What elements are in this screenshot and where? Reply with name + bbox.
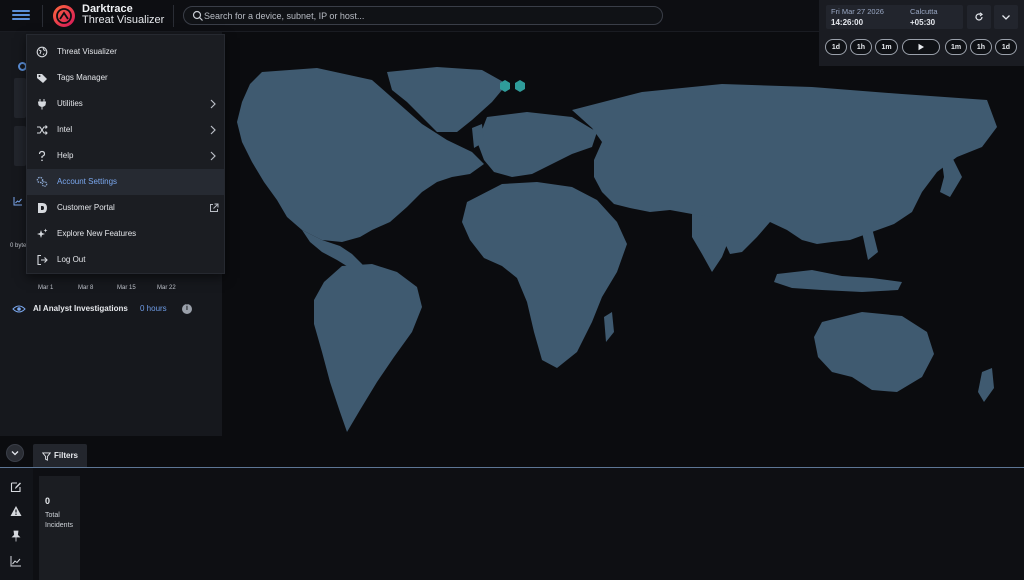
chevron-right-icon <box>210 151 216 161</box>
south-america <box>314 264 422 432</box>
refresh-button[interactable] <box>967 5 991 29</box>
ai-analyst-value: 0 hours <box>140 304 167 313</box>
divider <box>173 5 174 27</box>
x-tick: Mar 15 <box>117 285 136 291</box>
filter-icon <box>42 452 51 461</box>
warning-icon[interactable] <box>10 505 22 517</box>
device-markers[interactable] <box>500 80 525 92</box>
portal-icon <box>38 203 47 213</box>
timezone-offset: +05:30 <box>910 18 936 27</box>
menu-item-label: Customer Portal <box>57 203 115 212</box>
menu-item-label: Intel <box>57 125 73 134</box>
timezone-display[interactable]: Calcutta +05:30 <box>905 5 963 29</box>
australia <box>814 312 934 392</box>
app-root: Darktrace Threat Visualizer Fri Mar 27 2… <box>0 0 1024 580</box>
sparkle-icon <box>37 228 48 238</box>
main-menu: Threat Visualizer Tags Manager Utilities… <box>26 34 225 274</box>
new-zealand <box>978 368 994 402</box>
hamburger-menu-icon[interactable] <box>12 8 30 24</box>
menu-item-tags-manager[interactable]: Tags Manager <box>27 65 224 91</box>
darktrace-logo-icon <box>53 5 75 27</box>
divider <box>42 5 43 27</box>
filters-tab[interactable]: Filters <box>33 444 87 467</box>
x-tick: Mar 1 <box>38 285 54 291</box>
pin-icon[interactable] <box>10 530 22 542</box>
menu-item-explore-new-features[interactable]: Explore New Features <box>27 221 224 247</box>
shuffle-icon <box>37 125 48 135</box>
europe <box>478 112 597 177</box>
chevron-down-icon <box>1002 15 1010 20</box>
refresh-icon <box>975 12 983 21</box>
x-tick: Mar 8 <box>78 285 94 291</box>
menu-item-label: Threat Visualizer <box>57 47 117 56</box>
info-icon[interactable]: i <box>182 304 192 314</box>
search-input[interactable] <box>204 8 654 23</box>
question-icon <box>38 150 46 162</box>
collapse-panel-button[interactable] <box>6 444 24 462</box>
x-tick: Mar 22 <box>157 285 176 291</box>
summary-card[interactable] <box>14 126 26 166</box>
search-box <box>183 6 663 25</box>
chart-icon <box>13 197 22 206</box>
asia <box>572 84 997 254</box>
date-text: Fri Mar 27 2026 <box>831 7 884 16</box>
external-link-icon <box>210 203 219 212</box>
bytes-axis-label: 0 byte <box>10 243 27 249</box>
chevron-down-icon <box>11 451 19 456</box>
chevron-right-icon <box>210 125 216 135</box>
logout-icon <box>37 254 48 266</box>
product-name: Threat Visualizer <box>82 14 165 26</box>
menu-item-account-settings[interactable]: Account Settings <box>27 169 224 195</box>
chart-icon[interactable] <box>10 555 22 567</box>
brand: Darktrace Threat Visualizer <box>82 4 164 26</box>
clock-text: 14:26:00 <box>831 18 864 27</box>
menu-item-utilities[interactable]: Utilities <box>27 91 224 117</box>
edit-icon[interactable] <box>10 481 22 493</box>
incidents-count: 0 <box>45 496 51 506</box>
timezone-text: Calcutta <box>910 7 938 16</box>
gears-icon <box>36 176 48 187</box>
menu-item-customer-portal[interactable]: Customer Portal <box>27 195 224 221</box>
bottom-sidebar <box>0 468 33 580</box>
incidents-label: Total Incidents <box>45 512 74 529</box>
chevron-right-icon <box>210 99 216 109</box>
bottom-panel <box>0 468 1024 580</box>
indonesia <box>774 270 902 292</box>
menu-item-intel[interactable]: Intel <box>27 117 224 143</box>
menu-item-log-out[interactable]: Log Out <box>27 247 224 273</box>
tags-icon <box>37 74 47 83</box>
menu-item-label: Tags Manager <box>57 73 108 82</box>
continents <box>237 67 997 432</box>
summary-card[interactable] <box>14 78 26 118</box>
world-map[interactable] <box>222 32 1024 436</box>
menu-item-label: Account Settings <box>57 177 118 186</box>
ai-analyst-label: AI Analyst Investigations <box>33 304 128 313</box>
menu-item-help[interactable]: Help <box>27 143 224 169</box>
menu-item-label: Help <box>57 151 74 160</box>
eye-icon <box>12 305 26 313</box>
philippines <box>862 228 878 260</box>
globe-icon <box>36 46 48 58</box>
filters-label: Filters <box>54 451 79 460</box>
device-marker <box>515 80 525 92</box>
search-icon <box>192 10 203 21</box>
total-incidents-card[interactable]: 0 Total Incidents <box>39 476 80 580</box>
menu-item-label: Explore New Features <box>57 229 137 238</box>
menu-item-threat-visualizer[interactable]: Threat Visualizer <box>27 39 224 65</box>
menu-item-label: Log Out <box>57 255 86 264</box>
africa <box>462 182 627 368</box>
expand-time-button[interactable] <box>994 5 1018 29</box>
japan <box>940 157 962 197</box>
menu-item-label: Utilities <box>57 99 83 108</box>
madagascar <box>604 312 614 342</box>
plug-icon <box>37 99 47 110</box>
ai-analyst-row[interactable]: AI Analyst Investigations 0 hours i <box>12 304 202 316</box>
